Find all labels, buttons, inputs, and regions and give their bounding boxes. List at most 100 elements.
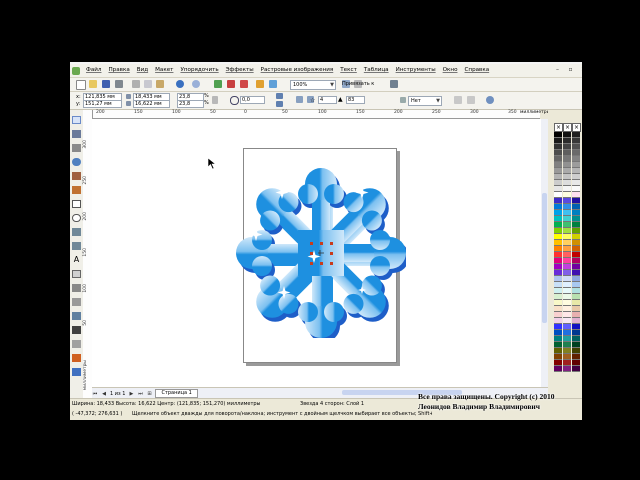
palette-column-2 bbox=[563, 132, 571, 372]
color-swatch[interactable] bbox=[554, 366, 562, 372]
publish-pdf-icon[interactable] bbox=[240, 80, 248, 88]
import-icon[interactable] bbox=[214, 80, 222, 88]
next-page-icon[interactable]: ▶ bbox=[128, 391, 134, 397]
menu-bitmaps[interactable]: Растровые изображения bbox=[261, 67, 334, 73]
ellipse-tool-icon[interactable] bbox=[72, 214, 81, 222]
menu-window[interactable]: Окно bbox=[443, 67, 458, 73]
print-icon[interactable] bbox=[115, 80, 123, 88]
rectangle-tool-icon[interactable] bbox=[72, 200, 81, 208]
menu-tools[interactable]: Инструменты bbox=[396, 67, 436, 73]
save-icon[interactable] bbox=[102, 80, 110, 88]
dimension-tool-icon[interactable] bbox=[72, 284, 81, 292]
ruler-unit-vertical: миллиметры bbox=[83, 360, 88, 391]
no-color-swatch[interactable]: × bbox=[554, 123, 563, 132]
fill-tool-icon[interactable] bbox=[72, 354, 81, 362]
sharpness-field[interactable]: 83 bbox=[346, 96, 365, 104]
welcome-screen-icon[interactable] bbox=[269, 80, 277, 88]
drawing-canvas[interactable] bbox=[92, 119, 541, 387]
outline-tool-icon[interactable] bbox=[72, 340, 81, 348]
menu-arrange[interactable]: Упорядочить bbox=[180, 67, 218, 73]
restore-icon[interactable]: ▫ bbox=[567, 66, 574, 73]
crop-tool-icon[interactable] bbox=[72, 144, 81, 152]
undo-icon[interactable] bbox=[176, 80, 184, 88]
outline-width-icon bbox=[400, 97, 406, 103]
menu-file[interactable]: Файл bbox=[86, 67, 101, 73]
page-tab[interactable]: Страница 1 bbox=[155, 389, 198, 398]
menu-edit[interactable]: Правка bbox=[108, 67, 129, 73]
cursor-coordinates: ( -47,372; 276,631 ) bbox=[72, 411, 123, 417]
mirror-vertical-icon[interactable] bbox=[276, 101, 283, 107]
last-page-icon[interactable]: ⏭ bbox=[137, 391, 143, 397]
outline-value: Нет bbox=[411, 98, 421, 104]
menu-effects[interactable]: Эффекты bbox=[226, 67, 254, 73]
scale-y-field[interactable]: 23,8 bbox=[177, 100, 204, 108]
convert-to-curves-icon[interactable] bbox=[486, 96, 494, 104]
points-field[interactable]: 4 bbox=[318, 96, 337, 104]
connector-tool-icon[interactable] bbox=[72, 298, 81, 306]
eyedropper-tool-icon[interactable] bbox=[72, 326, 81, 334]
ruler-tick: 150 bbox=[83, 248, 88, 257]
snap-to-button[interactable]: Привязать к bbox=[342, 81, 374, 87]
y-label: y: bbox=[76, 101, 81, 107]
shape-tool-icon[interactable] bbox=[72, 130, 81, 138]
object-size-info: Ширина: 18,433 Высота: 16,622 Центр: (12… bbox=[72, 401, 261, 407]
close-icon[interactable]: × bbox=[580, 66, 582, 73]
open-icon[interactable] bbox=[89, 80, 97, 88]
redo-icon[interactable] bbox=[192, 80, 200, 88]
menu-help[interactable]: Справка bbox=[465, 67, 490, 73]
y-position-field[interactable]: 151,27 мм bbox=[83, 100, 122, 108]
first-page-icon[interactable]: ⏮ bbox=[92, 391, 98, 397]
palette-column-3 bbox=[572, 132, 580, 372]
to-front-icon[interactable] bbox=[467, 96, 475, 104]
blend-tool-icon[interactable] bbox=[72, 312, 81, 320]
export-icon[interactable] bbox=[227, 80, 235, 88]
menu-layout[interactable]: Макет bbox=[155, 67, 173, 73]
app-launcher-icon[interactable] bbox=[256, 80, 264, 88]
horizontal-ruler[interactable]: 200 150 100 50 0 50 100 150 200 250 300 … bbox=[92, 110, 540, 119]
width-icon bbox=[126, 94, 131, 99]
snowflake-object[interactable] bbox=[236, 168, 406, 338]
color-swatch[interactable] bbox=[572, 366, 580, 372]
scroll-thumb[interactable] bbox=[542, 193, 547, 323]
menu-text[interactable]: Текст bbox=[340, 67, 357, 73]
wrap-text-icon[interactable] bbox=[454, 96, 462, 104]
menu-view[interactable]: Вид bbox=[137, 67, 148, 73]
mirror-horizontal-icon[interactable] bbox=[276, 93, 283, 99]
polygon-icon[interactable] bbox=[296, 96, 303, 103]
ruler-tick: 100 bbox=[83, 284, 88, 293]
outline-width-select[interactable]: Нет ▼ bbox=[408, 96, 442, 106]
cut-icon[interactable] bbox=[132, 80, 140, 88]
pick-tool-icon[interactable] bbox=[72, 116, 81, 124]
ruler-tick: 200 bbox=[83, 212, 88, 221]
add-page-icon[interactable]: ⊞ bbox=[146, 391, 152, 397]
color-swatch[interactable] bbox=[563, 366, 571, 372]
options-icon[interactable] bbox=[390, 80, 398, 88]
menu-table[interactable]: Таблица bbox=[364, 67, 389, 73]
smart-fill-tool-icon[interactable] bbox=[72, 186, 81, 194]
coreldraw-window: Файл Правка Вид Макет Упорядочить Эффект… bbox=[70, 62, 582, 420]
minimize-icon[interactable]: – bbox=[554, 66, 561, 73]
copy-icon[interactable] bbox=[144, 80, 152, 88]
vertical-scrollbar[interactable] bbox=[541, 119, 548, 387]
new-document-icon[interactable] bbox=[76, 80, 86, 90]
basic-shapes-tool-icon[interactable] bbox=[72, 242, 81, 250]
lock-ratio-icon[interactable] bbox=[212, 96, 218, 104]
angle-field[interactable]: 0,0 bbox=[240, 96, 265, 104]
points-icon: ☆ bbox=[310, 97, 316, 104]
ruler-tick: 150 bbox=[356, 110, 365, 115]
no-color-swatch[interactable]: × bbox=[563, 123, 572, 132]
prev-page-icon[interactable]: ◀ bbox=[101, 391, 107, 397]
zoom-select[interactable]: 100% ▼ bbox=[290, 80, 336, 90]
height-field[interactable]: 16,622 мм bbox=[133, 100, 170, 108]
freehand-tool-icon[interactable] bbox=[72, 172, 81, 180]
color-palette: × × × bbox=[548, 110, 582, 400]
paste-icon[interactable] bbox=[156, 80, 164, 88]
no-color-swatch[interactable]: × bbox=[572, 123, 581, 132]
text-tool-icon[interactable]: A bbox=[72, 256, 81, 264]
ruler-unit: миллиметры bbox=[520, 110, 551, 115]
polygon-tool-icon[interactable] bbox=[72, 228, 81, 236]
ruler-tick: 200 bbox=[96, 110, 105, 115]
table-tool-icon[interactable] bbox=[72, 270, 81, 278]
interactive-fill-tool-icon[interactable] bbox=[72, 368, 81, 376]
zoom-tool-icon[interactable] bbox=[72, 158, 81, 166]
